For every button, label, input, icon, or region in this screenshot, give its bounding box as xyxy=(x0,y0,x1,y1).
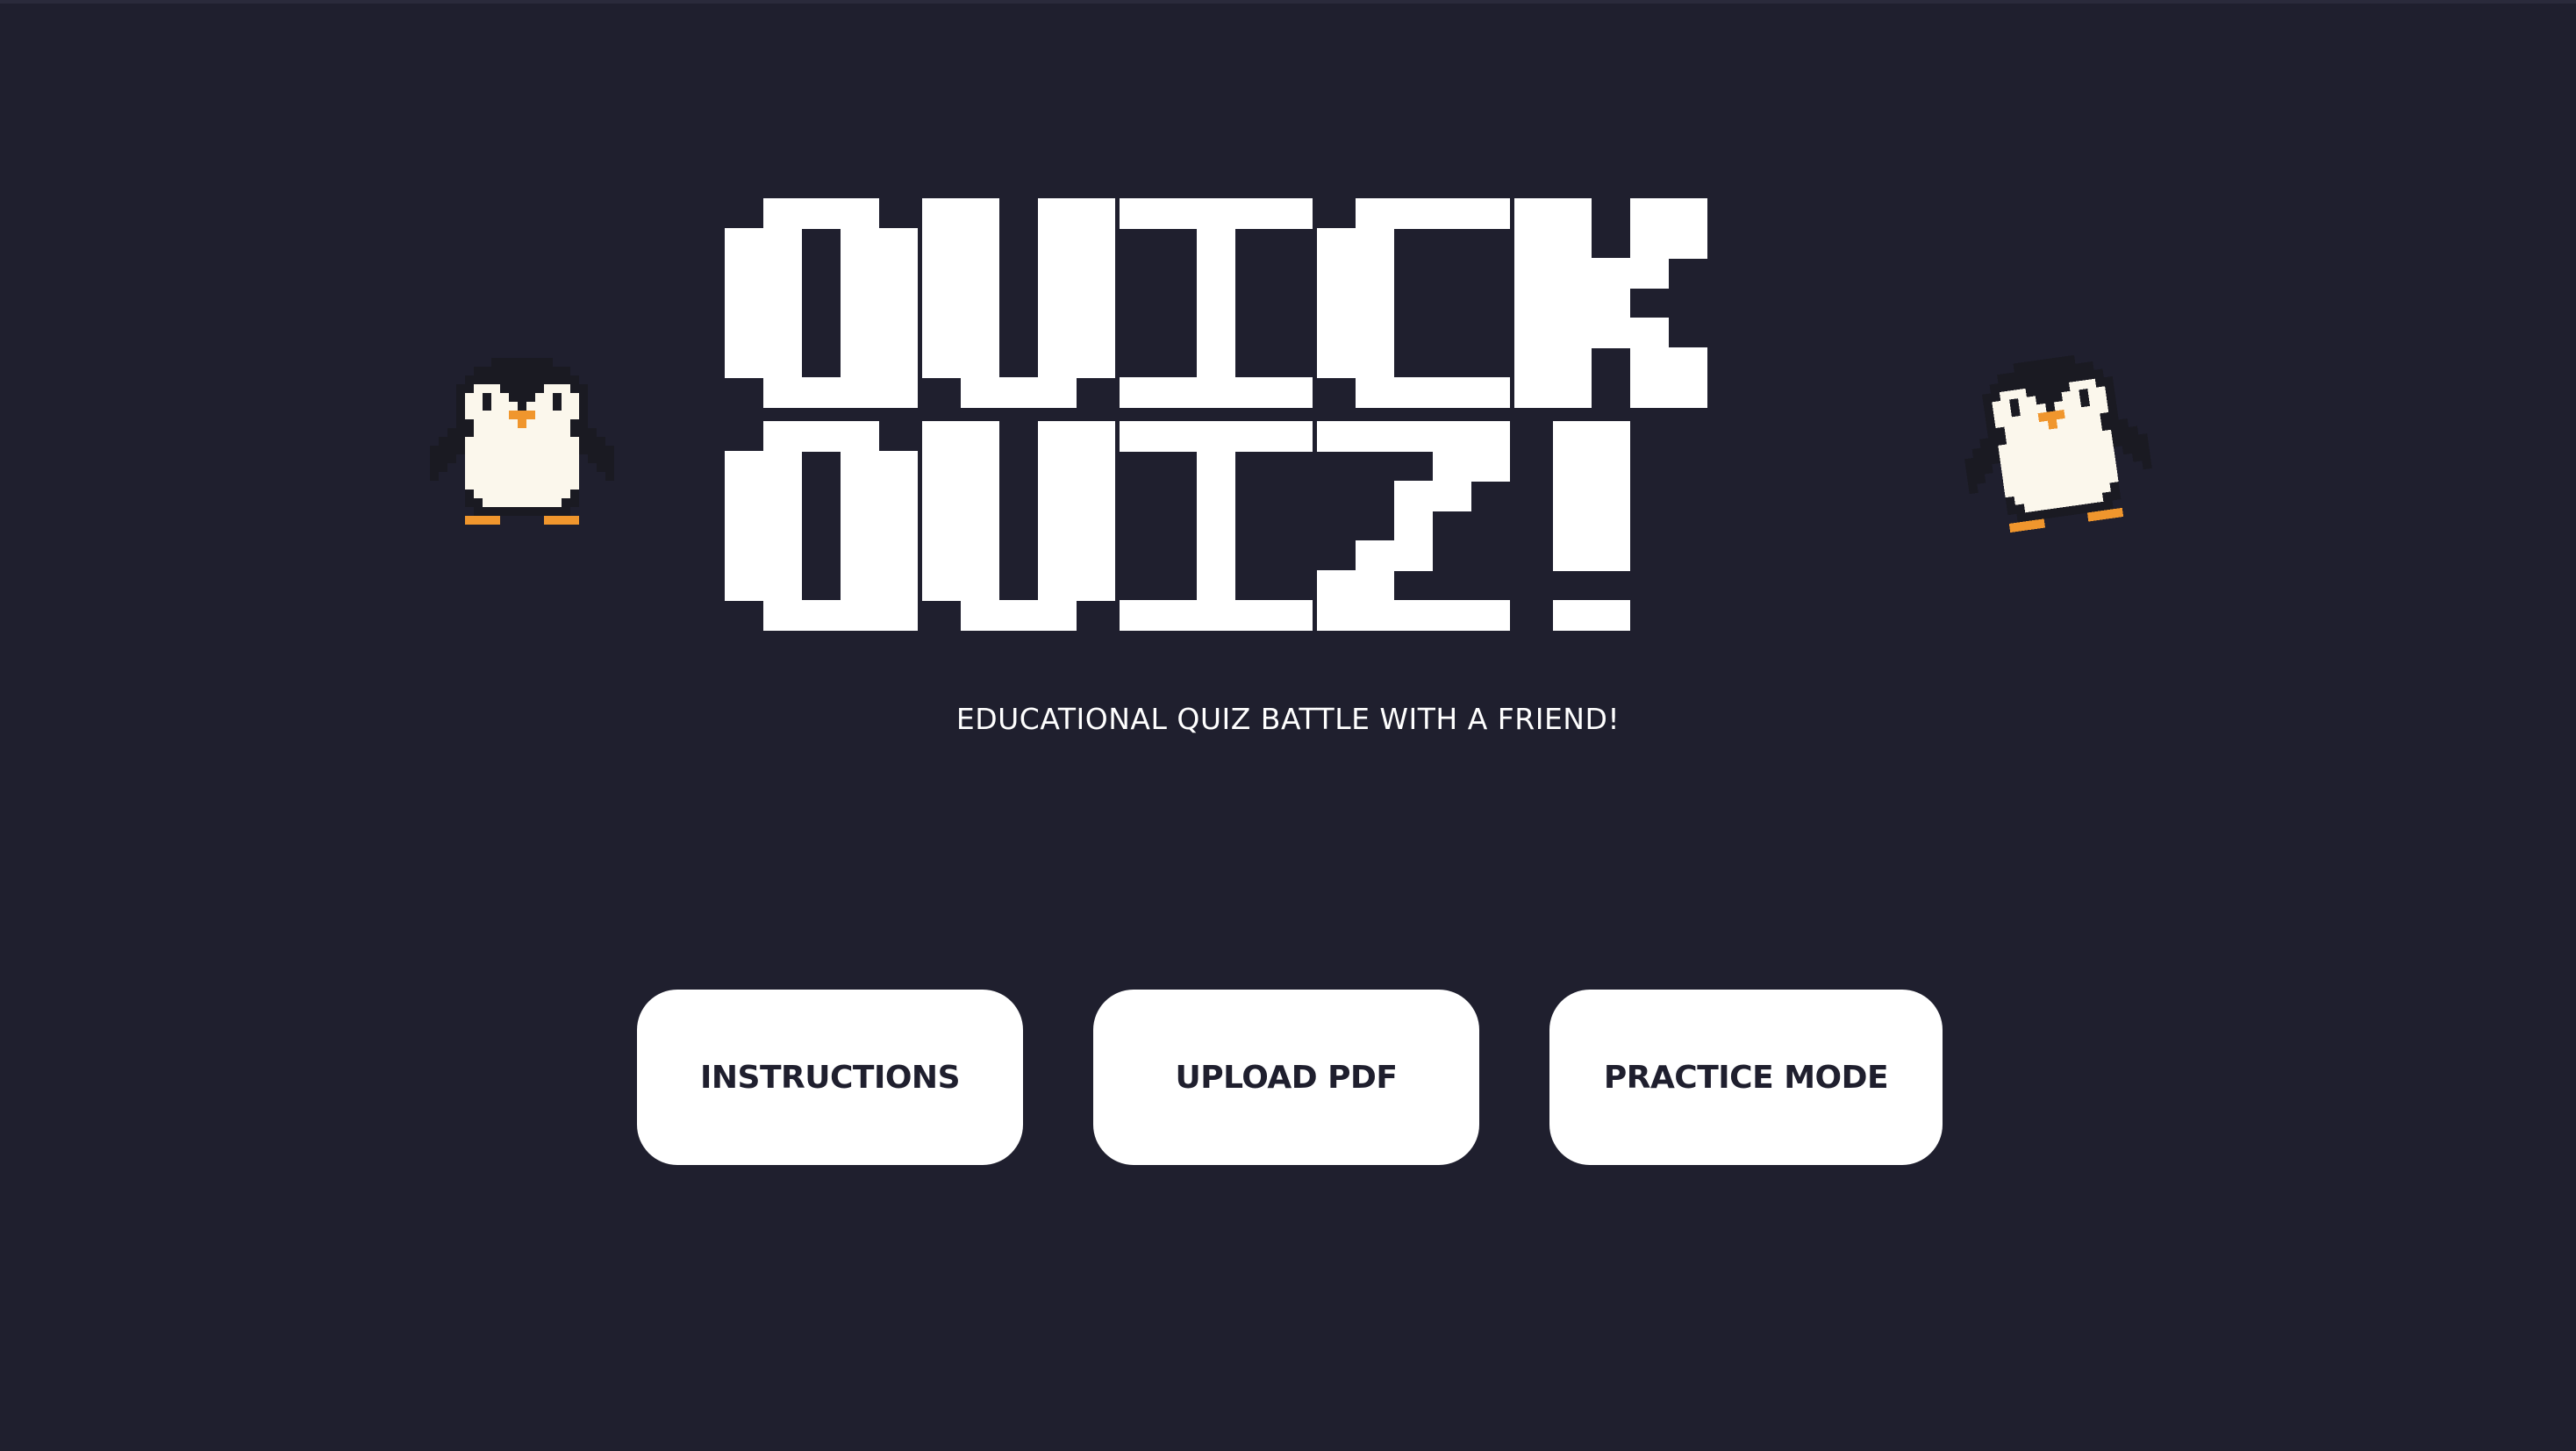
subtitle-tagline: EDUCATIONAL QUIZ BATTLE WITH A FRIEND! xyxy=(955,702,1621,736)
title-line-1: QUICK xyxy=(725,198,1707,408)
title-letter-i xyxy=(1120,198,1313,408)
title-letter-i xyxy=(1120,421,1313,631)
title-letter-q xyxy=(725,198,918,408)
penguin-icon xyxy=(1964,354,2152,533)
title-line-2: QUIZ! xyxy=(725,421,1630,631)
title-letter-c xyxy=(1317,198,1510,408)
practice-mode-button[interactable]: PRACTICE MODE xyxy=(1549,990,1943,1165)
title-letter-z xyxy=(1317,421,1510,631)
title-letter-u xyxy=(922,421,1115,631)
upload-pdf-button[interactable]: UPLOAD PDF xyxy=(1093,990,1479,1165)
game-title-logo: QUICKQUIZ! xyxy=(725,198,1707,631)
title-letter-k xyxy=(1514,198,1707,408)
title-letter-exclaim xyxy=(1553,421,1630,631)
instructions-button[interactable]: INSTRUCTIONS xyxy=(637,990,1023,1165)
title-letter-u xyxy=(922,198,1115,408)
penguin-icon xyxy=(430,358,615,525)
title-letter-q xyxy=(725,421,918,631)
